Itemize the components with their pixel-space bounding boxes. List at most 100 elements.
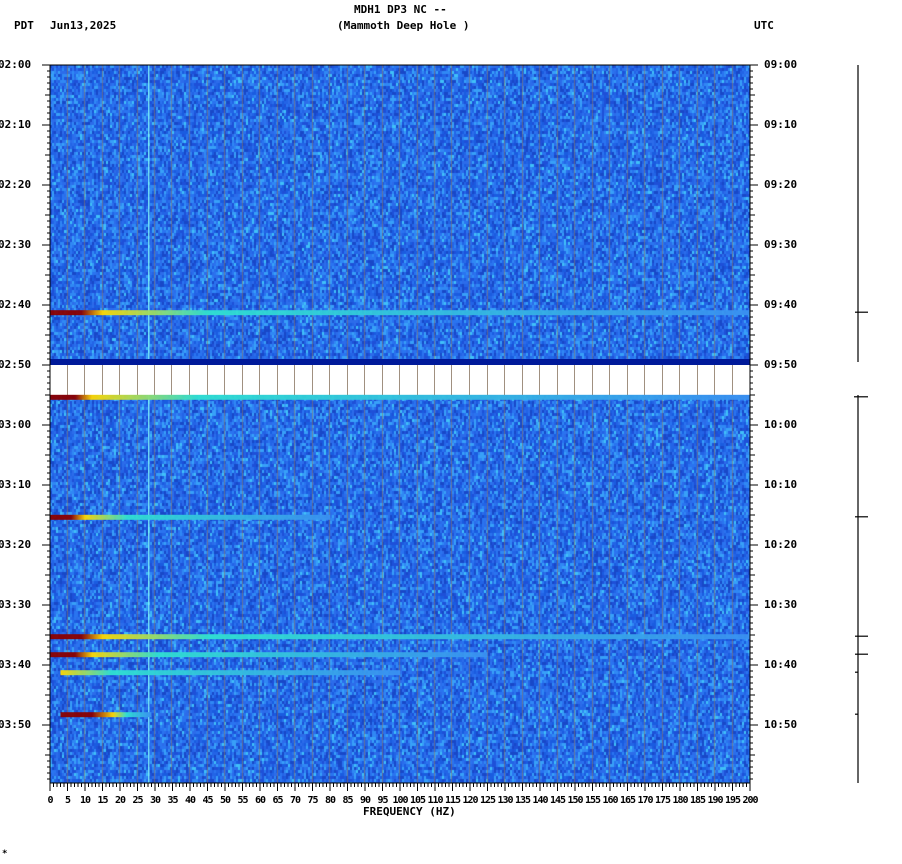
left-time-label: 03:40 (0, 658, 32, 671)
x-tick-label: 15 (97, 795, 108, 806)
left-time-label: 03:10 (0, 478, 32, 491)
left-time-label: 02:10 (0, 118, 32, 131)
gap-grid-line (609, 365, 610, 395)
left-time-label: 02:40 (0, 298, 32, 311)
gap-grid-line (259, 365, 260, 395)
x-tick-label: 100 (392, 795, 408, 806)
right-time-label: 10:00 (764, 418, 798, 431)
gap-grid-line (312, 365, 313, 395)
x-tick-label: 125 (479, 795, 496, 806)
left-time-label: 02:30 (0, 238, 32, 251)
right-time-label: 09:40 (764, 298, 798, 311)
x-tick-label: 50 (219, 795, 231, 806)
x-tick-label: 130 (497, 795, 513, 806)
gap-grid-line (294, 365, 295, 395)
x-tick-label: 170 (637, 795, 653, 806)
x-tick-label: 180 (672, 795, 688, 806)
x-tick-label: 40 (184, 795, 196, 806)
x-tick-label: 200 (742, 795, 758, 806)
gap-grid-line (487, 365, 488, 395)
event-band (50, 394, 750, 400)
event-band (50, 652, 488, 658)
gap-grid-line (451, 365, 452, 395)
x-tick-label: 140 (532, 795, 548, 806)
gap-grid-line (224, 365, 225, 395)
x-tick-label: 60 (254, 795, 266, 806)
gap-grid-line (364, 365, 365, 395)
x-tick-label: 70 (289, 795, 301, 806)
left-time-label: 03:50 (0, 718, 32, 731)
site-name: (Mammoth Deep Hole ) (337, 19, 470, 32)
gap-grid-line (67, 365, 68, 395)
x-tick-label: 185 (689, 795, 706, 806)
gap-grid-line (119, 365, 120, 395)
gap-grid-line (714, 365, 715, 395)
x-tick-label: 80 (324, 795, 336, 806)
x-tick-label: 105 (409, 795, 426, 806)
right-time-label: 10:50 (764, 718, 798, 731)
gap-grid-line (434, 365, 435, 395)
gap-grid-line (102, 365, 103, 395)
x-tick-label: 0 (47, 795, 53, 806)
event-band (50, 310, 750, 316)
x-tick-label: 45 (202, 795, 213, 806)
right-time-label: 09:00 (764, 58, 798, 71)
event-band (50, 514, 330, 520)
gap-grid-line (522, 365, 523, 395)
gap-grid-line (382, 365, 383, 395)
right-time-label: 09:30 (764, 238, 798, 251)
gap-grid-line (277, 365, 278, 395)
x-tick-label: 150 (567, 795, 583, 806)
x-tick-label: 5 (64, 795, 71, 806)
x-tick-label: 115 (444, 795, 461, 806)
gap-grid-line (154, 365, 155, 395)
x-tick-label: 20 (114, 795, 126, 806)
gap-grid-line (557, 365, 558, 395)
x-tick-label: 195 (724, 795, 741, 806)
footer-mark: * (2, 849, 8, 859)
date-label: Jun13,2025 (50, 19, 117, 32)
spectrogram-plot (50, 65, 750, 783)
x-tick-label: 10 (79, 795, 91, 806)
gap-grid-line (189, 365, 190, 395)
right-timezone: UTC (754, 19, 774, 32)
right-time-label: 10:20 (764, 538, 798, 551)
left-time-label: 03:20 (0, 538, 32, 551)
x-tick-label: 75 (307, 795, 318, 806)
x-tick-label: 160 (602, 795, 618, 806)
left-time-label: 02:00 (0, 58, 32, 71)
gap-grid-line (574, 365, 575, 395)
right-time-label: 09:10 (764, 118, 798, 131)
right-time-label: 10:30 (764, 598, 798, 611)
x-tick-label: 145 (549, 795, 566, 806)
gap-grid-line (417, 365, 418, 395)
gap-grid-line (732, 365, 733, 395)
x-tick-label: 95 (377, 795, 388, 806)
gap-grid-line (399, 365, 400, 395)
event-band (60, 712, 152, 718)
gap-grid-line (627, 365, 628, 395)
gap-grid-line (644, 365, 645, 395)
gap-grid-line (592, 365, 593, 395)
x-tick-label: 165 (619, 795, 636, 806)
gap-grid-line (697, 365, 698, 395)
x-tick-label: 175 (654, 795, 671, 806)
x-tick-label: 55 (237, 795, 248, 806)
x-tick-label: 35 (167, 795, 178, 806)
event-band (60, 670, 400, 676)
persistent-spectral-line (148, 65, 150, 783)
left-time-label: 02:50 (0, 358, 32, 371)
gap-edge-band (50, 359, 750, 365)
right-time-label: 09:50 (764, 358, 798, 371)
left-time-label: 03:30 (0, 598, 32, 611)
x-tick-label: 25 (132, 795, 143, 806)
gap-grid-line (662, 365, 663, 395)
x-tick-label: 155 (584, 795, 601, 806)
x-tick-label: 65 (272, 795, 283, 806)
gap-grid-line (347, 365, 348, 395)
station-title: MDH1 DP3 NC -- (354, 3, 447, 16)
x-tick-label: 85 (342, 795, 353, 806)
spectrogram-overlay (50, 65, 750, 783)
gap-grid-line (171, 365, 172, 395)
event-band (50, 634, 750, 640)
